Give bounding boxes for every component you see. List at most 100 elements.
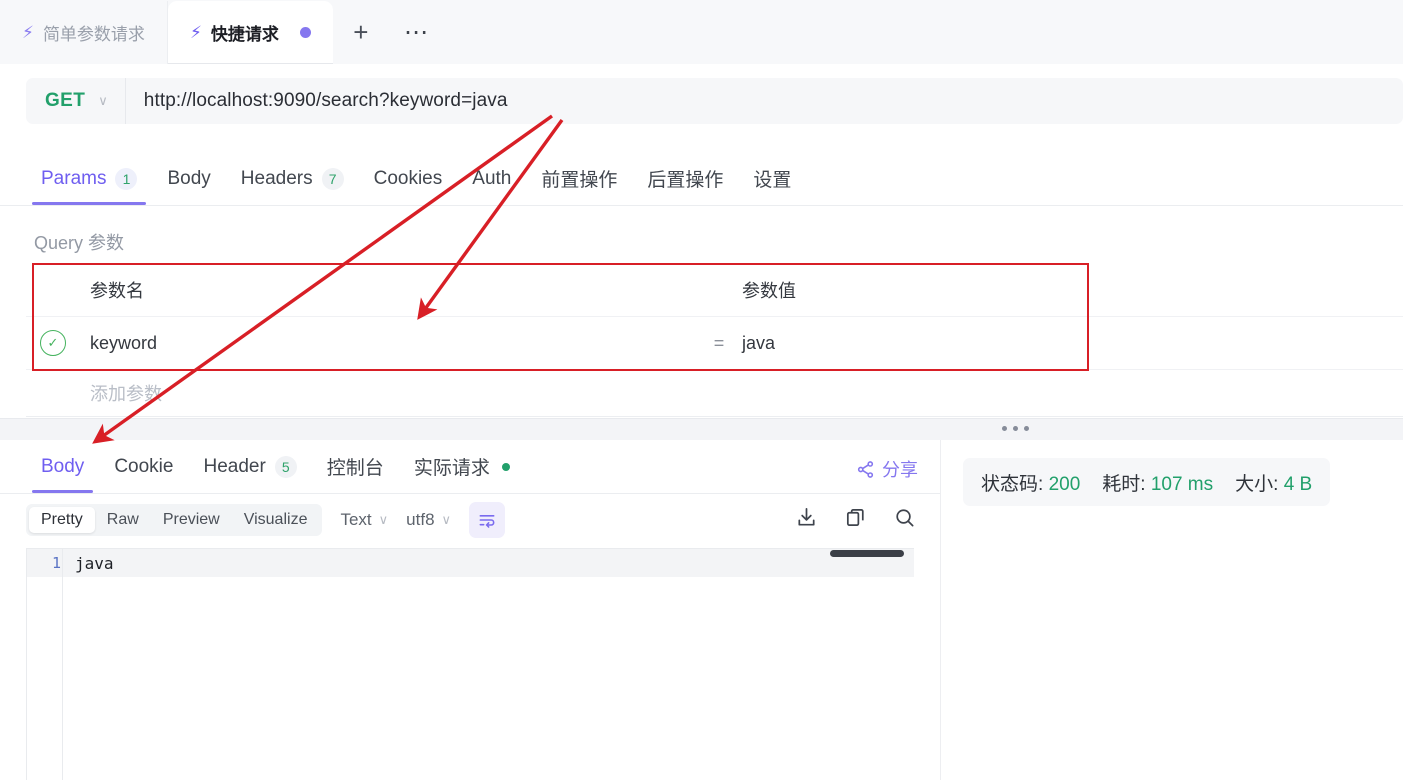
request-tab-label: 快捷请求: [210, 25, 279, 44]
view-mode-preview[interactable]: Preview: [151, 507, 232, 533]
chevron-down-icon: ∨: [441, 512, 452, 527]
response-panel: Body Cookie Header 5 控制台 实际请求 分享 Pretty …: [0, 440, 940, 780]
bolt-icon: ⚡: [22, 23, 34, 42]
tab-label: Auth: [472, 167, 512, 189]
plus-icon: +: [353, 17, 369, 47]
share-icon: [857, 460, 874, 478]
handle-dot: [1024, 426, 1029, 431]
url-input[interactable]: http://localhost:9090/search?keyword=jav…: [126, 90, 508, 112]
view-mode-pretty[interactable]: Pretty: [29, 507, 95, 533]
add-param-row[interactable]: 添加参数: [26, 370, 1403, 417]
response-body-editor[interactable]: 1 java: [26, 548, 914, 780]
request-tab-simple-params[interactable]: ⚡ 简单参数请求: [0, 1, 168, 64]
format-select[interactable]: Text ∨: [340, 510, 388, 530]
splitter-drag-handle[interactable]: [1002, 426, 1029, 431]
panel-splitter[interactable]: [0, 418, 1403, 442]
url-bar: GET ∨ http://localhost:9090/search?keywo…: [26, 78, 1403, 124]
tab-cookies[interactable]: Cookies: [359, 152, 458, 205]
response-tabs: Body Cookie Header 5 控制台 实际请求 分享: [0, 440, 940, 494]
tab-auth[interactable]: Auth: [457, 152, 526, 205]
view-mode-raw[interactable]: Raw: [95, 507, 151, 533]
query-params-table: 参数名 参数值 ✓ keyword = java: [26, 264, 1403, 370]
tab-count-badge: 7: [321, 167, 344, 190]
request-tab-quick-request[interactable]: ⚡ 快捷请求: [167, 1, 333, 64]
tab-pre-operation[interactable]: 前置操作: [526, 152, 632, 205]
tab-params[interactable]: Params 1: [26, 152, 152, 205]
response-size-item: 大小: 4 B: [1235, 469, 1312, 496]
column-header-name: 参数名: [90, 281, 144, 301]
word-wrap-toggle-button[interactable]: [469, 502, 506, 538]
status-code-label: 状态码:: [981, 473, 1044, 495]
api-client-window: ⚡ 简单参数请求 ⚡ 快捷请求 + ⋯ GET ∨ http://localho…: [0, 0, 1403, 780]
tab-label: Headers: [240, 167, 313, 189]
tab-label: Body: [41, 455, 85, 477]
table-header-row: 参数名 参数值: [26, 264, 1403, 317]
method-label: GET: [45, 90, 86, 111]
share-label: 分享: [882, 460, 918, 480]
table-row[interactable]: ✓ keyword = java: [26, 317, 1403, 370]
view-mode-visualize[interactable]: Visualize: [232, 507, 320, 533]
elapsed-time-value: 107 ms: [1150, 473, 1214, 495]
tab-label: Header: [203, 455, 266, 477]
add-param-placeholder: 添加参数: [90, 384, 162, 404]
download-button[interactable]: [795, 506, 818, 534]
status-bar: 状态码: 200 耗时: 107 ms 大小: 4 B: [963, 458, 1331, 506]
bolt-icon: ⚡: [189, 23, 202, 42]
tab-headers[interactable]: Headers 7: [226, 152, 359, 205]
unsaved-indicator-dot: [299, 27, 311, 38]
param-value-cell[interactable]: java: [738, 333, 1403, 354]
tab-label: 前置操作: [541, 170, 618, 191]
status-dot-icon: [501, 462, 510, 471]
request-tab-bar: ⚡ 简单参数请求 ⚡ 快捷请求 + ⋯: [0, 0, 1403, 65]
equals-sign: =: [713, 332, 725, 353]
format-select-value: Text: [340, 510, 372, 529]
response-body-toolbar: Pretty Raw Preview Visualize Text ∨ utf8…: [0, 494, 940, 546]
method-selector[interactable]: GET ∨: [26, 78, 126, 124]
tab-overflow-menu-button[interactable]: ⋯: [389, 1, 445, 64]
editor-horizontal-scrollbar[interactable]: [830, 550, 904, 557]
response-size-label: 大小:: [1235, 473, 1279, 495]
check-circle-icon: ✓: [40, 330, 66, 356]
share-button[interactable]: 分享: [856, 456, 918, 482]
encoding-select[interactable]: utf8 ∨: [406, 510, 451, 530]
param-name-cell[interactable]: keyword: [80, 333, 700, 354]
request-config-tabs: Params 1 Body Headers 7 Cookies Auth 前置操…: [0, 152, 1403, 206]
row-enabled-toggle[interactable]: ✓: [26, 330, 80, 356]
response-size-value: 4 B: [1283, 473, 1313, 495]
copy-icon: [846, 508, 864, 527]
response-tab-console[interactable]: 控制台: [312, 440, 399, 493]
copy-button[interactable]: [844, 506, 867, 534]
tab-label: Body: [167, 167, 211, 189]
status-code-value: 200: [1048, 473, 1081, 495]
word-wrap-icon: [479, 515, 495, 528]
request-tab-label: 简单参数请求: [42, 25, 145, 44]
ellipsis-icon: ⋯: [403, 19, 430, 46]
chevron-down-icon: ∨: [98, 93, 108, 108]
column-header-value: 参数值: [742, 281, 796, 301]
editor-gutter-divider: [62, 548, 63, 780]
response-tab-cookie[interactable]: Cookie: [99, 440, 188, 493]
response-tab-header[interactable]: Header 5: [188, 440, 311, 493]
elapsed-time-label: 耗时:: [1102, 473, 1146, 495]
search-button[interactable]: [893, 506, 916, 534]
response-action-icons: [795, 506, 916, 534]
editor-line: 1 java: [27, 549, 914, 577]
tab-body[interactable]: Body: [152, 152, 225, 205]
tab-count-badge: 1: [115, 167, 138, 190]
status-code-item: 状态码: 200: [981, 469, 1080, 496]
tab-label: Cookies: [373, 167, 443, 189]
response-tab-body[interactable]: Body: [26, 440, 99, 493]
tab-count-badge: 5: [274, 455, 297, 478]
tab-label: 控制台: [326, 458, 384, 479]
response-meta-panel: 状态码: 200 耗时: 107 ms 大小: 4 B: [940, 440, 1403, 780]
tab-label: 设置: [753, 170, 792, 191]
tab-post-operation[interactable]: 后置操作: [632, 152, 738, 205]
tab-label: Cookie: [114, 455, 174, 477]
new-tab-button[interactable]: +: [333, 1, 389, 64]
tab-label: Params: [41, 167, 107, 189]
chevron-down-icon: ∨: [378, 512, 389, 527]
search-icon: [896, 509, 914, 527]
response-tab-actual-request[interactable]: 实际请求: [399, 440, 525, 493]
elapsed-time-item: 耗时: 107 ms: [1102, 469, 1213, 496]
tab-settings[interactable]: 设置: [738, 152, 806, 205]
